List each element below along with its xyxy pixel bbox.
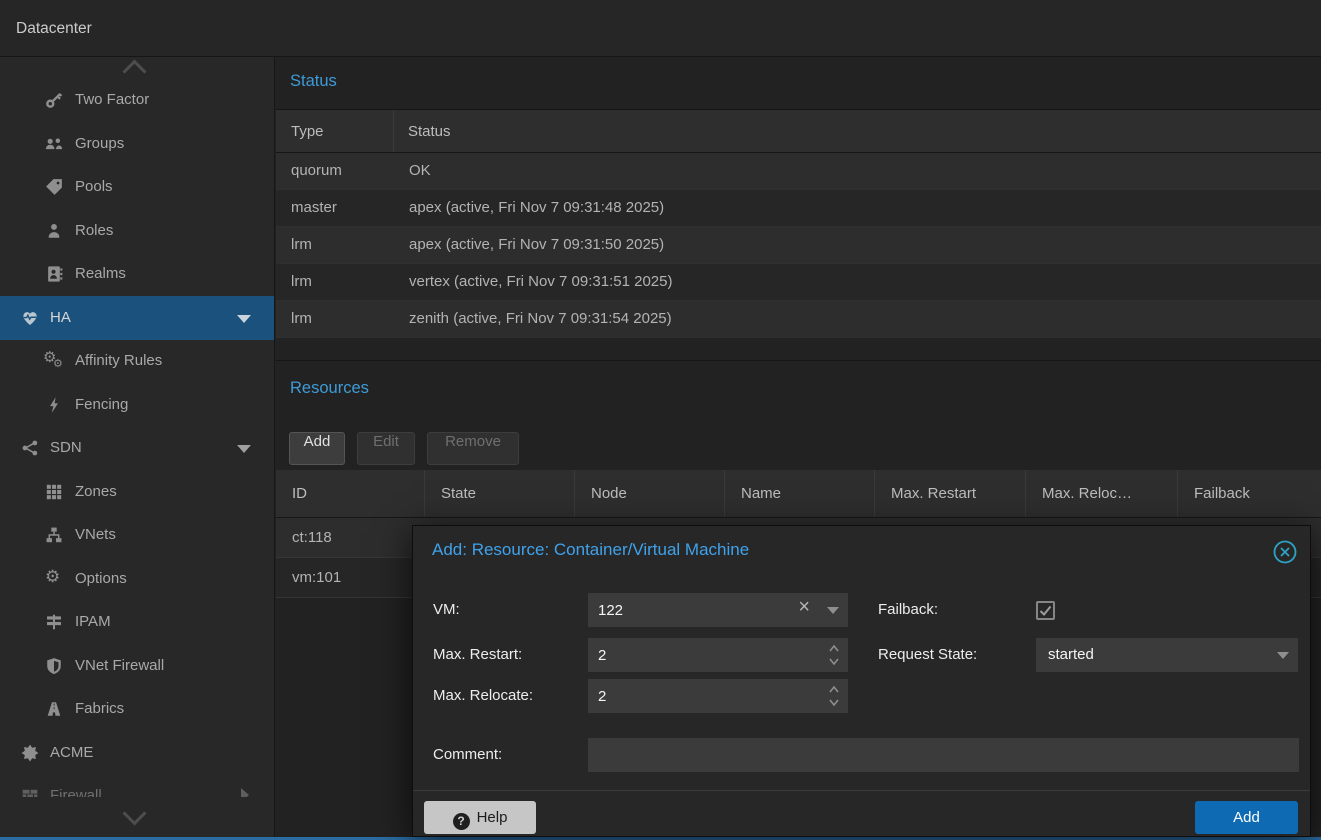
resources-panel-title: Resources xyxy=(290,379,369,398)
sidebar-item-realms[interactable]: Realms xyxy=(0,252,274,296)
gear-icon: ⚙ xyxy=(45,570,63,588)
sitemap-icon xyxy=(45,526,63,544)
sidebar-item-roles[interactable]: Roles xyxy=(0,209,274,253)
signpost-icon xyxy=(45,613,63,631)
sidebar-item-acme[interactable]: ACME xyxy=(0,731,274,775)
max-restart-label: Max. Restart: xyxy=(433,638,522,672)
road-icon xyxy=(45,700,63,718)
max-restart-input[interactable] xyxy=(588,638,848,672)
remove-button[interactable]: Remove xyxy=(427,432,519,465)
share-nodes-icon xyxy=(21,439,39,457)
max-relocate-label: Max. Relocate: xyxy=(433,679,533,713)
check-icon xyxy=(1038,603,1053,618)
chevron-down-icon[interactable] xyxy=(1277,652,1289,659)
app-root: Datacenter Two Factor Groups Pools Roles xyxy=(0,0,1321,840)
sidebar-item-vnet-firewall[interactable]: VNet Firewall xyxy=(0,644,274,688)
max-relocate-stepper[interactable] xyxy=(588,679,848,713)
comment-field[interactable] xyxy=(588,738,1299,772)
spinner-icon[interactable] xyxy=(828,684,840,708)
vm-label: VM: xyxy=(433,593,460,627)
failback-checkbox[interactable] xyxy=(1036,601,1055,620)
collapse-caret-icon[interactable] xyxy=(237,315,251,323)
sidebar-nav: Two Factor Groups Pools Roles Realms HA xyxy=(0,57,274,797)
clear-icon[interactable]: × xyxy=(798,596,810,619)
column-header-status[interactable]: Status xyxy=(394,110,451,152)
collapse-caret-icon[interactable] xyxy=(237,445,251,453)
sidebar-item-ha[interactable]: HA xyxy=(0,296,274,340)
expand-caret-icon[interactable] xyxy=(241,788,249,797)
wall-icon xyxy=(21,787,39,797)
tag-icon xyxy=(45,178,63,196)
column-header-id[interactable]: ID xyxy=(276,470,425,517)
column-header-type[interactable]: Type xyxy=(276,110,394,152)
resources-toolbar: Add Edit Remove xyxy=(276,422,1321,470)
edit-button[interactable]: Edit xyxy=(357,432,415,465)
column-header-max-relocate[interactable]: Max. Reloc… xyxy=(1026,470,1178,517)
status-panel-title: Status xyxy=(290,72,337,91)
comment-label: Comment: xyxy=(433,738,502,772)
column-header-failback[interactable]: Failback xyxy=(1178,470,1321,517)
badge-icon xyxy=(21,744,39,762)
sidebar-item-two-factor[interactable]: Two Factor xyxy=(0,78,274,122)
sidebar: Two Factor Groups Pools Roles Realms HA xyxy=(0,57,275,837)
help-button[interactable]: ?Help xyxy=(424,801,536,834)
request-state-label: Request State: xyxy=(878,638,977,672)
column-header-node[interactable]: Node xyxy=(575,470,725,517)
key-icon xyxy=(45,91,63,109)
user-icon xyxy=(45,222,63,240)
dialog-add-button[interactable]: Add xyxy=(1195,801,1298,834)
vm-combobox[interactable]: × xyxy=(588,593,848,627)
grid-icon xyxy=(45,483,63,501)
table-row[interactable]: master apex (active, Fri Nov 7 09:31:48 … xyxy=(276,190,1321,227)
sidebar-item-pools[interactable]: Pools xyxy=(0,165,274,209)
sidebar-item-fabrics[interactable]: Fabrics xyxy=(0,687,274,731)
sidebar-item-vnets[interactable]: VNets xyxy=(0,513,274,557)
chevron-down-icon[interactable] xyxy=(827,607,839,614)
max-relocate-input[interactable] xyxy=(588,679,848,713)
gears-icon: ⚙⚙ xyxy=(45,352,63,370)
sidebar-scroll-down[interactable] xyxy=(0,805,274,831)
sidebar-item-fencing[interactable]: Fencing xyxy=(0,383,274,427)
users-icon xyxy=(45,135,63,153)
heartbeat-icon xyxy=(21,309,39,327)
address-book-icon xyxy=(45,265,63,283)
dialog-title: Add: Resource: Container/Virtual Machine xyxy=(432,540,749,560)
top-bar: Datacenter xyxy=(0,0,1321,57)
column-header-state[interactable]: State xyxy=(425,470,575,517)
table-row[interactable]: lrm zenith (active, Fri Nov 7 09:31:54 2… xyxy=(276,301,1321,338)
failback-label: Failback: xyxy=(878,593,938,627)
sidebar-item-options[interactable]: ⚙ Options xyxy=(0,557,274,601)
column-header-name[interactable]: Name xyxy=(725,470,875,517)
add-button[interactable]: Add xyxy=(289,432,345,465)
status-panel-header: Status xyxy=(276,57,1321,110)
sidebar-item-firewall[interactable]: Firewall xyxy=(0,774,274,797)
chevron-down-icon xyxy=(124,807,144,827)
table-row[interactable]: quorum OK xyxy=(276,153,1321,190)
sidebar-item-zones[interactable]: Zones xyxy=(0,470,274,514)
request-state-select[interactable]: started xyxy=(1036,638,1298,672)
table-row[interactable]: lrm vertex (active, Fri Nov 7 09:31:51 2… xyxy=(276,264,1321,301)
resources-table-header: ID State Node Name Max. Restart Max. Rel… xyxy=(276,470,1321,518)
column-header-max-restart[interactable]: Max. Restart xyxy=(875,470,1026,517)
sidebar-item-sdn[interactable]: SDN xyxy=(0,426,274,470)
spinner-icon[interactable] xyxy=(828,643,840,667)
dialog-footer-divider xyxy=(413,790,1310,791)
shield-icon xyxy=(45,657,63,675)
close-icon[interactable] xyxy=(1272,539,1298,565)
resources-panel-header: Resources xyxy=(276,360,1321,422)
comment-input[interactable] xyxy=(588,738,1299,772)
sidebar-item-ipam[interactable]: IPAM xyxy=(0,600,274,644)
table-row[interactable]: lrm apex (active, Fri Nov 7 09:31:50 202… xyxy=(276,227,1321,264)
bolt-icon xyxy=(45,396,63,414)
chevron-up-icon xyxy=(124,57,144,77)
status-table-header: Type Status xyxy=(276,110,1321,153)
add-resource-dialog: Add: Resource: Container/Virtual Machine… xyxy=(412,525,1311,837)
page-title: Datacenter xyxy=(16,0,92,57)
question-icon: ? xyxy=(453,813,470,830)
max-restart-stepper[interactable] xyxy=(588,638,848,672)
sidebar-item-affinity-rules[interactable]: ⚙⚙ Affinity Rules xyxy=(0,339,274,383)
status-table-body: quorum OK master apex (active, Fri Nov 7… xyxy=(276,153,1321,338)
sidebar-item-groups[interactable]: Groups xyxy=(0,122,274,166)
